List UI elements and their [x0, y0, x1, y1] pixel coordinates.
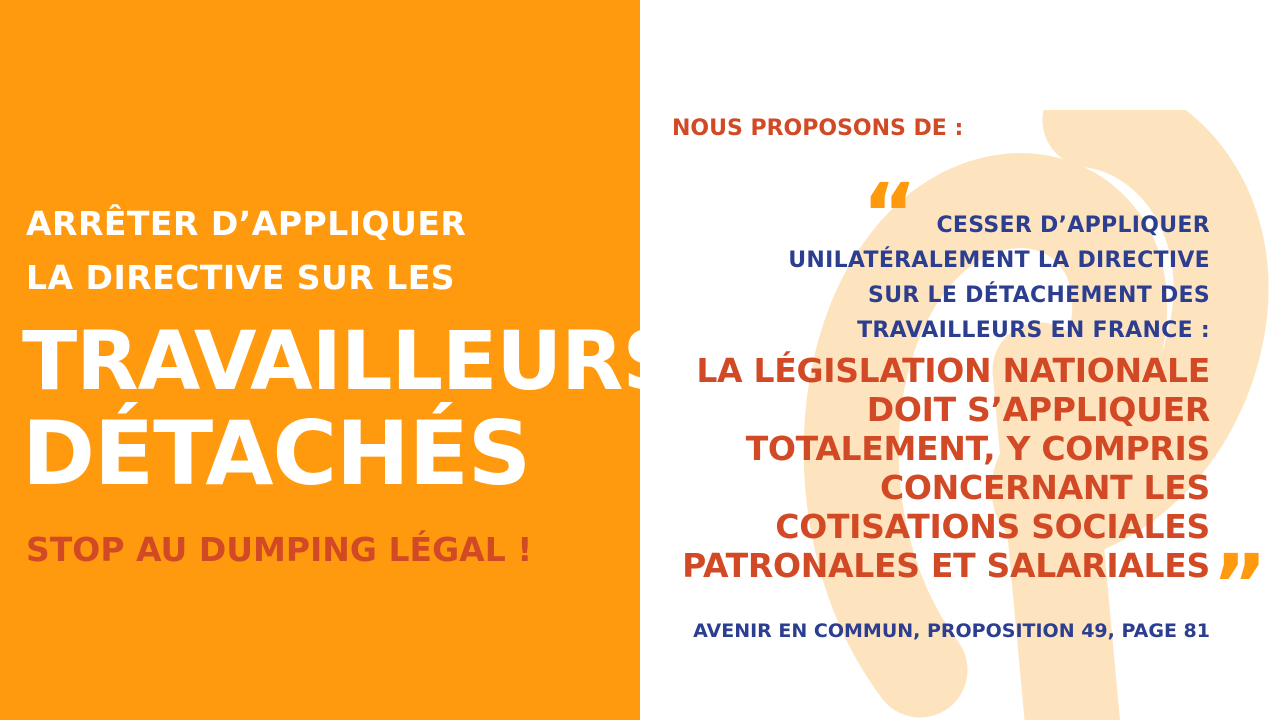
highlight-line: CONCERNANT LES	[880, 468, 1210, 507]
highlight-line: TOTALEMENT, Y COMPRIS	[745, 429, 1211, 468]
headline-big-2: DÉTACHÉS	[22, 402, 531, 505]
quote-line: CESSER D’APPLIQUER	[936, 213, 1210, 238]
section-heading: NOUS PROPOSONS DE :	[672, 116, 964, 141]
quote-intro: CESSER D’APPLIQUER UNILATÉRALEMENT LA DI…	[710, 208, 1210, 348]
quote-line: TRAVAILLEURS EN FRANCE :	[857, 318, 1210, 343]
quote-line: SUR LE DÉTACHEMENT DES	[868, 283, 1210, 308]
left-panel: ARRÊTER D’APPLIQUER LA DIRECTIVE SUR LES…	[0, 0, 681, 720]
right-panel: NOUS PROPOSONS DE : “ CESSER D’APPLIQUER…	[640, 0, 1280, 720]
highlight-line: PATRONALES ET SALARIALES	[682, 546, 1210, 585]
headline-line-2: LA DIRECTIVE SUR LES	[26, 258, 456, 297]
highlight-line: LA LÉGISLATION NATIONALE	[696, 351, 1210, 390]
headline-big-1: TRAVAILLEURS	[22, 315, 681, 409]
slogan: STOP AU DUMPING LÉGAL !	[26, 530, 533, 569]
quote-line: UNILATÉRALEMENT LA DIRECTIVE	[788, 248, 1210, 273]
highlight-line: COTISATIONS SOCIALES	[775, 507, 1210, 546]
close-quote-icon: ”	[1212, 536, 1268, 634]
highlight-line: DOIT S’APPLIQUER	[866, 390, 1211, 429]
headline-line-1: ARRÊTER D’APPLIQUER	[26, 204, 467, 243]
source-citation: AVENIR EN COMMUN, PROPOSITION 49, PAGE 8…	[693, 620, 1210, 642]
quote-highlight: LA LÉGISLATION NATIONALE DOIT S’APPLIQUE…	[650, 351, 1210, 585]
